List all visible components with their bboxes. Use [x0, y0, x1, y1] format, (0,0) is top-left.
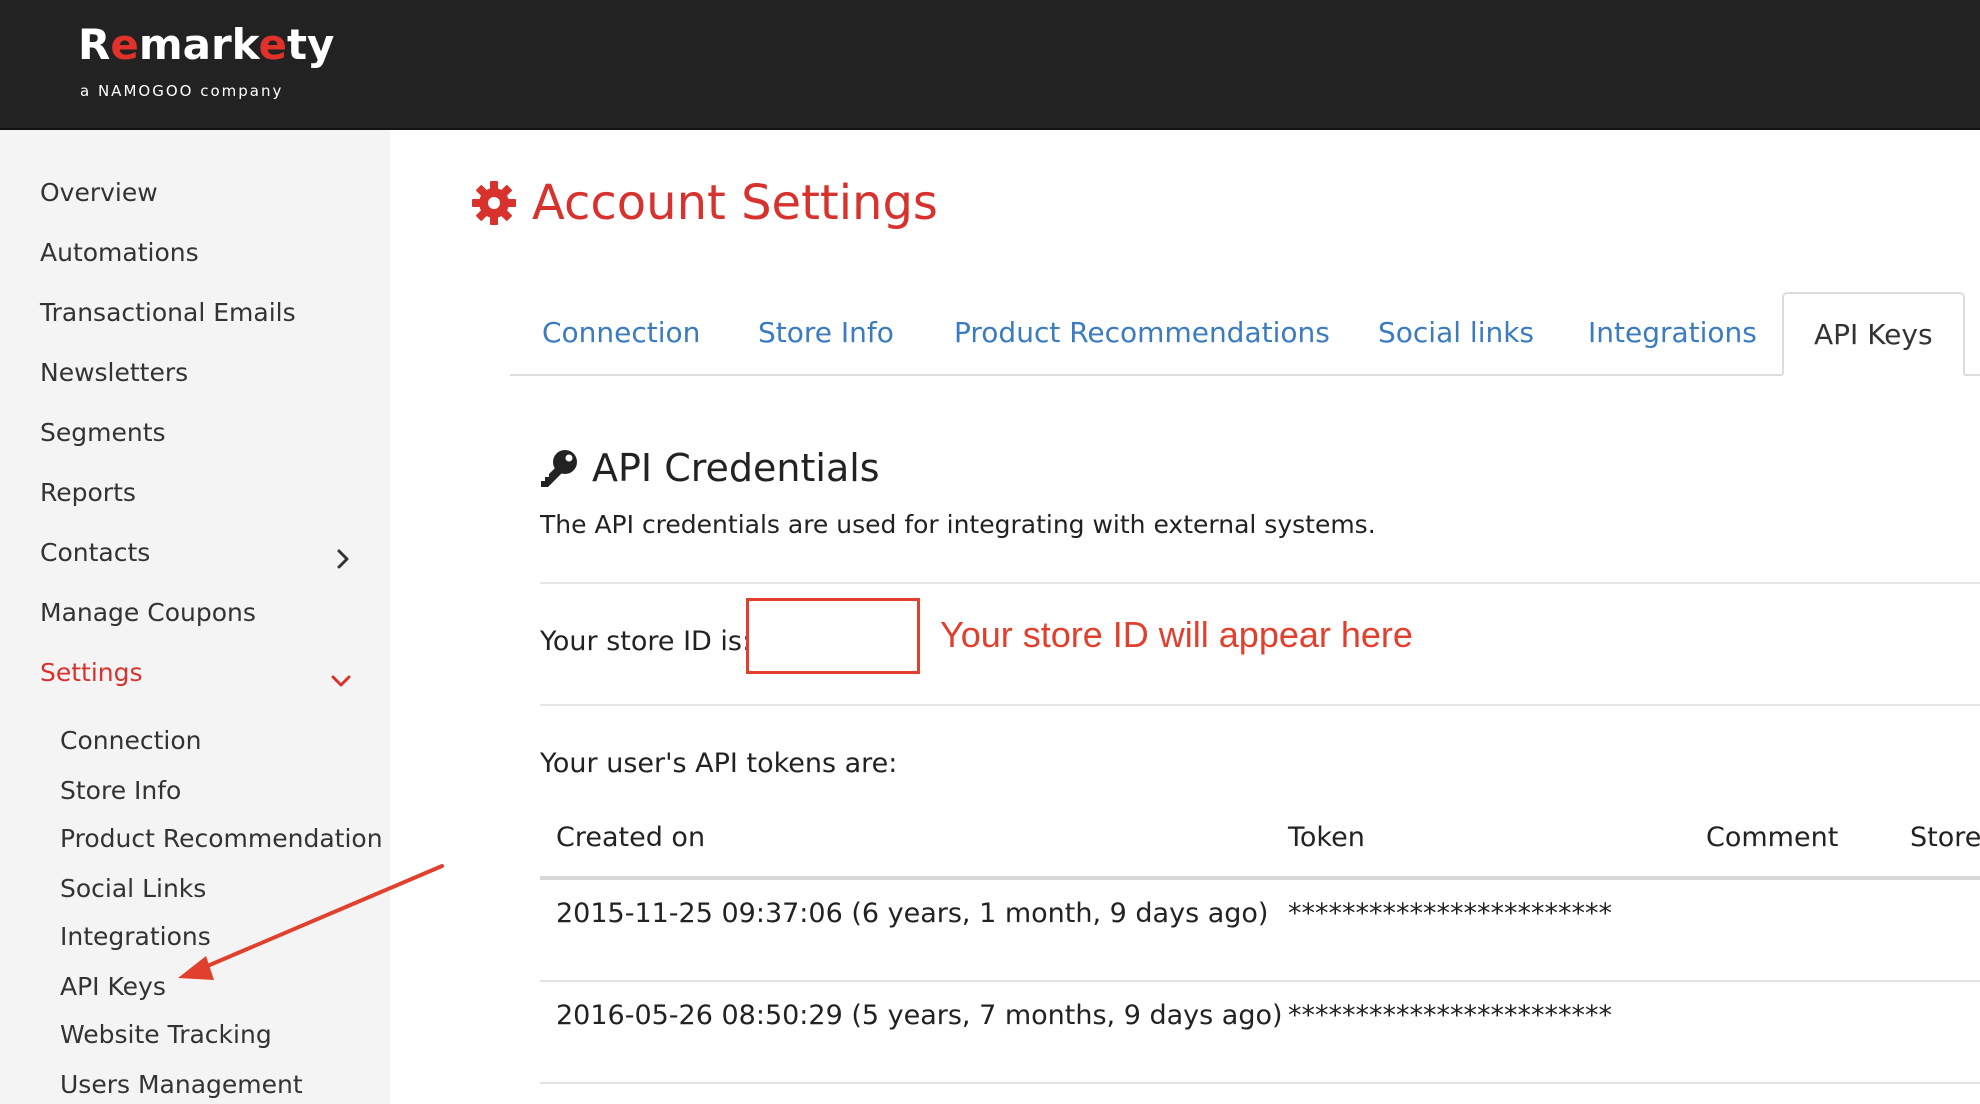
column-header-token: Token: [1288, 822, 1365, 853]
sidebar-subitem-api-keys[interactable]: API Keys: [60, 972, 166, 1001]
tab-store-info[interactable]: Store Info: [758, 292, 894, 374]
top-bar: Remarkety a NAMOGOO company: [0, 0, 1980, 130]
sidebar-item-newsletters[interactable]: Newsletters: [40, 358, 188, 387]
row-divider: [540, 980, 1980, 982]
token-value: ************************: [1288, 1000, 1612, 1031]
chevron-down-icon[interactable]: [330, 670, 352, 692]
sidebar-item-contacts[interactable]: Contacts: [40, 538, 150, 567]
sidebar-subitem-users-management[interactable]: Users Management: [60, 1070, 303, 1099]
tab-integrations[interactable]: Integrations: [1588, 292, 1757, 374]
sidebar-subitem-connection[interactable]: Connection: [60, 726, 201, 755]
sidebar-subitem-store-info[interactable]: Store Info: [60, 776, 181, 805]
token-value: ************************: [1288, 898, 1612, 929]
sidebar-subitem-website-tracking[interactable]: Website Tracking: [60, 1020, 272, 1049]
sidebar-item-reports[interactable]: Reports: [40, 478, 136, 507]
token-created-on: 2015-11-25 09:37:06 (6 years, 1 month, 9…: [556, 898, 1269, 929]
sidebar-subitem-integrations[interactable]: Integrations: [60, 922, 211, 951]
tab-api-keys[interactable]: API Keys: [1782, 292, 1965, 376]
column-header-created-on: Created on: [556, 822, 706, 853]
sidebar-subitem-product-recommendation[interactable]: Product Recommendation: [60, 824, 383, 853]
store-id-label: Your store ID is:: [540, 626, 752, 657]
sidebar-item-settings[interactable]: Settings: [40, 658, 143, 687]
sidebar-item-transactional-emails[interactable]: Transactional Emails: [40, 298, 296, 327]
page-title-text: Account Settings: [532, 175, 938, 231]
table-header-divider: [540, 876, 1980, 880]
store-id-annotation: Your store ID will appear here: [940, 614, 1413, 655]
api-tokens-label: Your user's API tokens are:: [540, 748, 898, 779]
sidebar-item-automations[interactable]: Automations: [40, 238, 199, 267]
logo-tagline: a NAMOGOO company: [80, 82, 284, 100]
divider: [540, 704, 1980, 706]
gear-icon: [472, 181, 516, 225]
settings-tabs: Connection Store Info Product Recommenda…: [510, 292, 1980, 376]
sidebar-subitem-social-links[interactable]: Social Links: [60, 874, 206, 903]
key-icon: [541, 450, 577, 487]
sidebar-item-manage-coupons[interactable]: Manage Coupons: [40, 598, 256, 627]
logo-wordmark: Remarkety: [78, 20, 335, 69]
sidebar-item-overview[interactable]: Overview: [40, 178, 158, 207]
tab-social-links[interactable]: Social links: [1378, 292, 1534, 374]
store-id-value: [746, 598, 920, 674]
tab-product-recommendations[interactable]: Product Recommendations: [954, 292, 1330, 374]
column-header-store: Store: [1910, 822, 1980, 853]
page-title: Account Settings: [470, 168, 938, 238]
api-credentials-description: The API credentials are used for integra…: [540, 510, 1376, 539]
tab-connection[interactable]: Connection: [542, 292, 700, 374]
chevron-right-icon[interactable]: [332, 548, 354, 570]
token-created-on: 2016-05-26 08:50:29 (5 years, 7 months, …: [556, 1000, 1283, 1031]
row-divider: [540, 1082, 1980, 1084]
divider: [540, 582, 1980, 584]
api-credentials-heading: API Credentials: [538, 440, 880, 496]
sidebar-item-segments[interactable]: Segments: [40, 418, 166, 447]
api-credentials-title: API Credentials: [592, 446, 880, 490]
remarkety-logo[interactable]: Remarkety a NAMOGOO company: [78, 18, 334, 108]
column-header-comment: Comment: [1706, 822, 1839, 853]
